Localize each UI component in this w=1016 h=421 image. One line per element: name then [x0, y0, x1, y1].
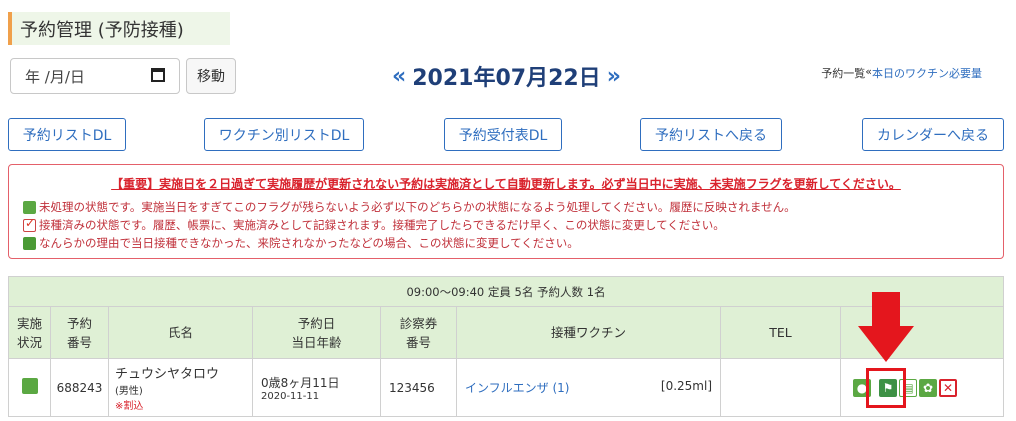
red-arrow-icon	[858, 292, 914, 362]
done-check-icon	[23, 216, 36, 232]
table-header: 実施 状況 予約 番号 氏名 予約日 当日年齢 診察券 番号 接種ワクチン TEL	[8, 306, 1004, 359]
important-notice: 【重要】実施日を２日過ぎて実施履歴が更新されない予約は実施済として自動更新します…	[8, 164, 1004, 259]
pending-flag-icon	[23, 200, 36, 214]
time-slot-title: 09:00～09:40 定員 5名 予約人数 1名	[8, 276, 1004, 307]
age-cell: 0歳8ヶ月11日 2020-11-11	[252, 358, 381, 417]
new-status-icon[interactable]	[21, 378, 38, 394]
date-navigation: « 2021年07月22日 »	[392, 58, 621, 94]
notice-text-pending: 未処理の状態です。実施当日をすぎてこのフラグが残らないよう必ず以下のどちらかの状…	[39, 200, 796, 214]
vaccine-dose: [0.25ml]	[660, 379, 712, 393]
current-date: 2021年07月22日	[412, 66, 601, 91]
date-input[interactable]: 年 /月/日	[10, 58, 180, 94]
time-slot-row: 09:00～09:40 定員 5名 予約人数 1名	[8, 276, 1004, 307]
top-links: 予約一覧 « 本日のワクチン必要量	[821, 65, 982, 81]
vaccine-cell: インフルエンザ (1) [0.25ml]	[456, 358, 721, 417]
download-reservation-list-button[interactable]: 予約リストDL	[8, 118, 126, 151]
age-on-day: 0歳8ヶ月11日	[261, 375, 340, 390]
download-reception-sheet-button[interactable]: 予約受付表DL	[444, 118, 562, 151]
skipped-flag-icon	[23, 236, 36, 250]
move-button[interactable]: 移動	[186, 58, 236, 94]
download-vaccine-list-button[interactable]: ワクチン別リストDL	[204, 118, 364, 151]
gear-icon[interactable]: ✿	[919, 378, 937, 397]
header-name: 氏名	[108, 306, 253, 359]
notice-line-skipped: なんらかの理由で当日接種できなかった、来院されなかったなどの場合、この状態に変更…	[23, 235, 579, 251]
header-tel: TEL	[720, 306, 841, 359]
card-number: 123456	[380, 358, 457, 417]
vaccine-need-link[interactable]: 本日のワクチン必要量	[872, 65, 982, 81]
interrupt-note: ※割込	[115, 401, 144, 412]
calendar-icon[interactable]	[151, 68, 165, 82]
header-card: 診察券 番号	[380, 306, 457, 359]
patient-name-cell: チュウシヤタロウ (男性) ※割込	[108, 358, 253, 417]
patient-gender: (男性)	[115, 386, 143, 397]
actions-cell: ● ⚑ ▤ ✿ ✕	[840, 358, 1004, 417]
delete-icon[interactable]: ✕	[939, 378, 957, 397]
highlight-box	[866, 368, 906, 408]
status-cell	[8, 358, 51, 417]
header-number: 予約 番号	[50, 306, 109, 359]
patient-name: チュウシヤタロウ	[115, 367, 220, 382]
back-to-calendar-button[interactable]: カレンダーへ戻る	[862, 118, 1004, 151]
date-placeholder: 年 /月/日	[25, 67, 85, 86]
notice-text-skipped: なんらかの理由で当日接種できなかった、来院されなかったなどの場合、この状態に変更…	[39, 236, 579, 250]
reservation-list-crumb: 予約一覧	[821, 67, 866, 80]
prev-date-link[interactable]: «	[392, 64, 406, 89]
notice-text-done: 接種済みの状態です。履歴、帳票に、実施済みとして記録されます。接種完了したらでき…	[39, 218, 725, 232]
notice-line-done: 接種済みの状態です。履歴、帳票に、実施済みとして記録されます。接種完了したらでき…	[23, 216, 725, 233]
tel-cell	[720, 358, 841, 417]
next-date-link[interactable]: »	[607, 64, 621, 89]
header-date: 予約日 当日年齢	[252, 306, 381, 359]
crumb-separator: «	[865, 65, 872, 78]
page-title-bar: 予約管理 (予防接種)	[8, 12, 230, 45]
reservation-table: 09:00～09:40 定員 5名 予約人数 1名 実施 状況 予約 番号 氏名 予…	[8, 276, 1004, 417]
notice-line-pending: 未処理の状態です。実施当日をすぎてこのフラグが残らないよう必ず以下のどちらかの状…	[23, 199, 796, 215]
table-row: 688243 チュウシヤタロウ (男性) ※割込 0歳8ヶ月11日 2020-1…	[8, 358, 1004, 417]
notice-heading: 【重要】実施日を２日過ぎて実施履歴が更新されない予約は実施済として自動更新します…	[111, 177, 901, 191]
header-vaccine: 接種ワクチン	[456, 306, 721, 359]
page-title: 予約管理 (予防接種)	[20, 19, 184, 41]
header-status: 実施 状況	[8, 306, 51, 359]
reservation-number: 688243	[50, 358, 109, 417]
birth-date: 2020-11-11	[261, 390, 320, 402]
back-to-list-button[interactable]: 予約リストへ戻る	[640, 118, 782, 151]
vaccine-link[interactable]: インフルエンザ (1)	[465, 381, 569, 395]
